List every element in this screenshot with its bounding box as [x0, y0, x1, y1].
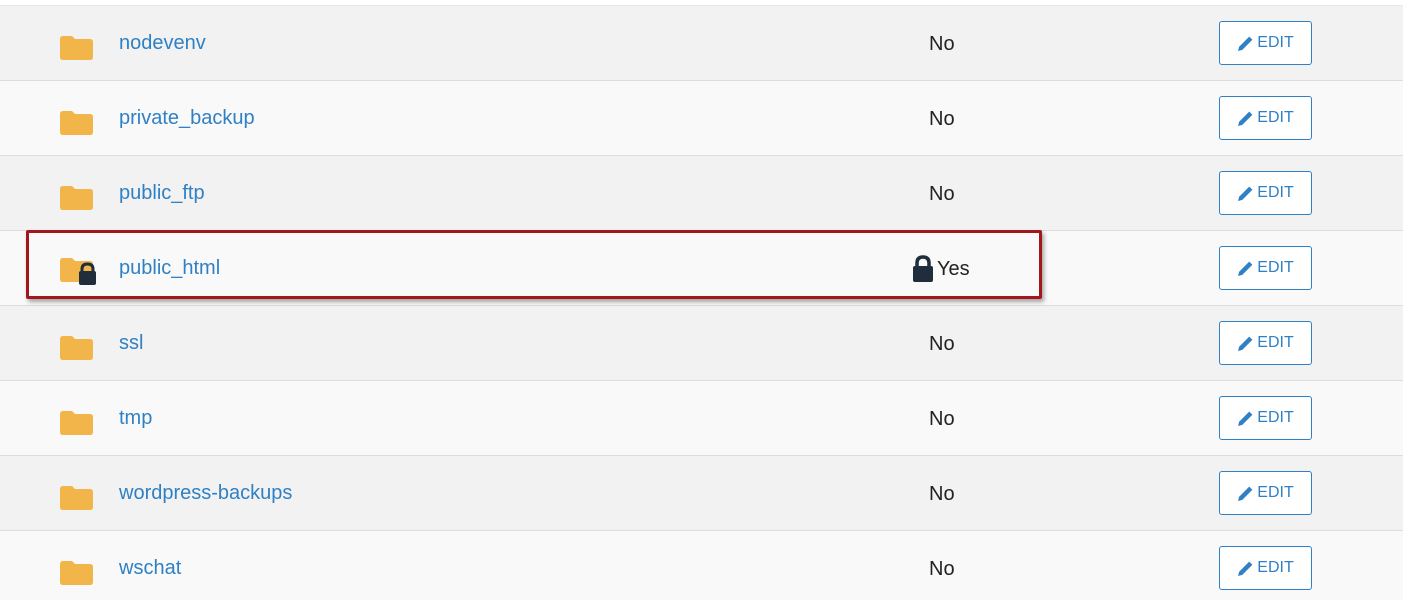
folder-icon — [60, 336, 93, 360]
protected-status: No — [929, 408, 955, 430]
edit-label: EDIT — [1257, 109, 1294, 126]
locked-folder-icon — [60, 258, 96, 285]
folder-name-link[interactable]: wschat — [119, 554, 181, 582]
folder-name-link[interactable]: public_ftp — [119, 179, 205, 207]
edit-label: EDIT — [1257, 334, 1294, 351]
folder-name-link[interactable]: public_html — [119, 254, 220, 282]
folder-icon — [60, 36, 93, 60]
protected-status: No — [929, 183, 955, 205]
edit-button[interactable]: EDIT — [1219, 546, 1312, 590]
table-row: private_backup No EDIT — [0, 80, 1403, 155]
pencil-icon — [1238, 486, 1253, 501]
pencil-icon — [1238, 111, 1253, 126]
folder-name-link[interactable]: nodevenv — [119, 29, 206, 57]
folder-name-link[interactable]: wordpress-backups — [119, 479, 292, 507]
edit-button[interactable]: EDIT — [1219, 246, 1312, 290]
edit-button[interactable]: EDIT — [1219, 21, 1312, 65]
protected-status: No — [929, 483, 955, 505]
protected-status: No — [929, 558, 955, 580]
edit-button[interactable]: EDIT — [1219, 471, 1312, 515]
protected-status-text: Yes — [937, 258, 970, 280]
pencil-icon — [1238, 411, 1253, 426]
table-row: public_ftp No EDIT — [0, 155, 1403, 230]
protected-status: No — [929, 108, 955, 130]
edit-button[interactable]: EDIT — [1219, 321, 1312, 365]
table-row: wordpress-backups No EDIT — [0, 455, 1403, 530]
pencil-icon — [1238, 561, 1253, 576]
edit-button[interactable]: EDIT — [1219, 396, 1312, 440]
folder-name-link[interactable]: private_backup — [119, 104, 255, 132]
protected-status: No — [929, 333, 955, 355]
table-row: tmp No EDIT — [0, 380, 1403, 455]
protected-status: Yes — [912, 255, 970, 283]
edit-button[interactable]: EDIT — [1219, 96, 1312, 140]
folder-name-link[interactable]: tmp — [119, 404, 152, 432]
folder-icon — [60, 561, 93, 585]
edit-button[interactable]: EDIT — [1219, 171, 1312, 215]
pencil-icon — [1238, 261, 1253, 276]
lock-icon — [913, 255, 933, 282]
pencil-icon — [1238, 36, 1253, 51]
edit-label: EDIT — [1257, 259, 1294, 276]
table-row: public_html Yes EDIT — [0, 230, 1403, 305]
table-row: wschat No EDIT — [0, 530, 1403, 600]
directory-table: nodevenv No EDIT private_backup No EDIT … — [0, 0, 1403, 600]
folder-icon — [60, 486, 93, 510]
folder-icon — [60, 411, 93, 435]
pencil-icon — [1238, 336, 1253, 351]
table-row: nodevenv No EDIT — [0, 5, 1403, 80]
table-row: ssl No EDIT — [0, 305, 1403, 380]
edit-label: EDIT — [1257, 34, 1294, 51]
edit-label: EDIT — [1257, 559, 1294, 576]
edit-label: EDIT — [1257, 184, 1294, 201]
folder-icon — [60, 186, 93, 210]
edit-label: EDIT — [1257, 409, 1294, 426]
edit-label: EDIT — [1257, 484, 1294, 501]
protected-status: No — [929, 33, 955, 55]
folder-icon — [60, 111, 93, 135]
pencil-icon — [1238, 186, 1253, 201]
folder-name-link[interactable]: ssl — [119, 329, 143, 357]
